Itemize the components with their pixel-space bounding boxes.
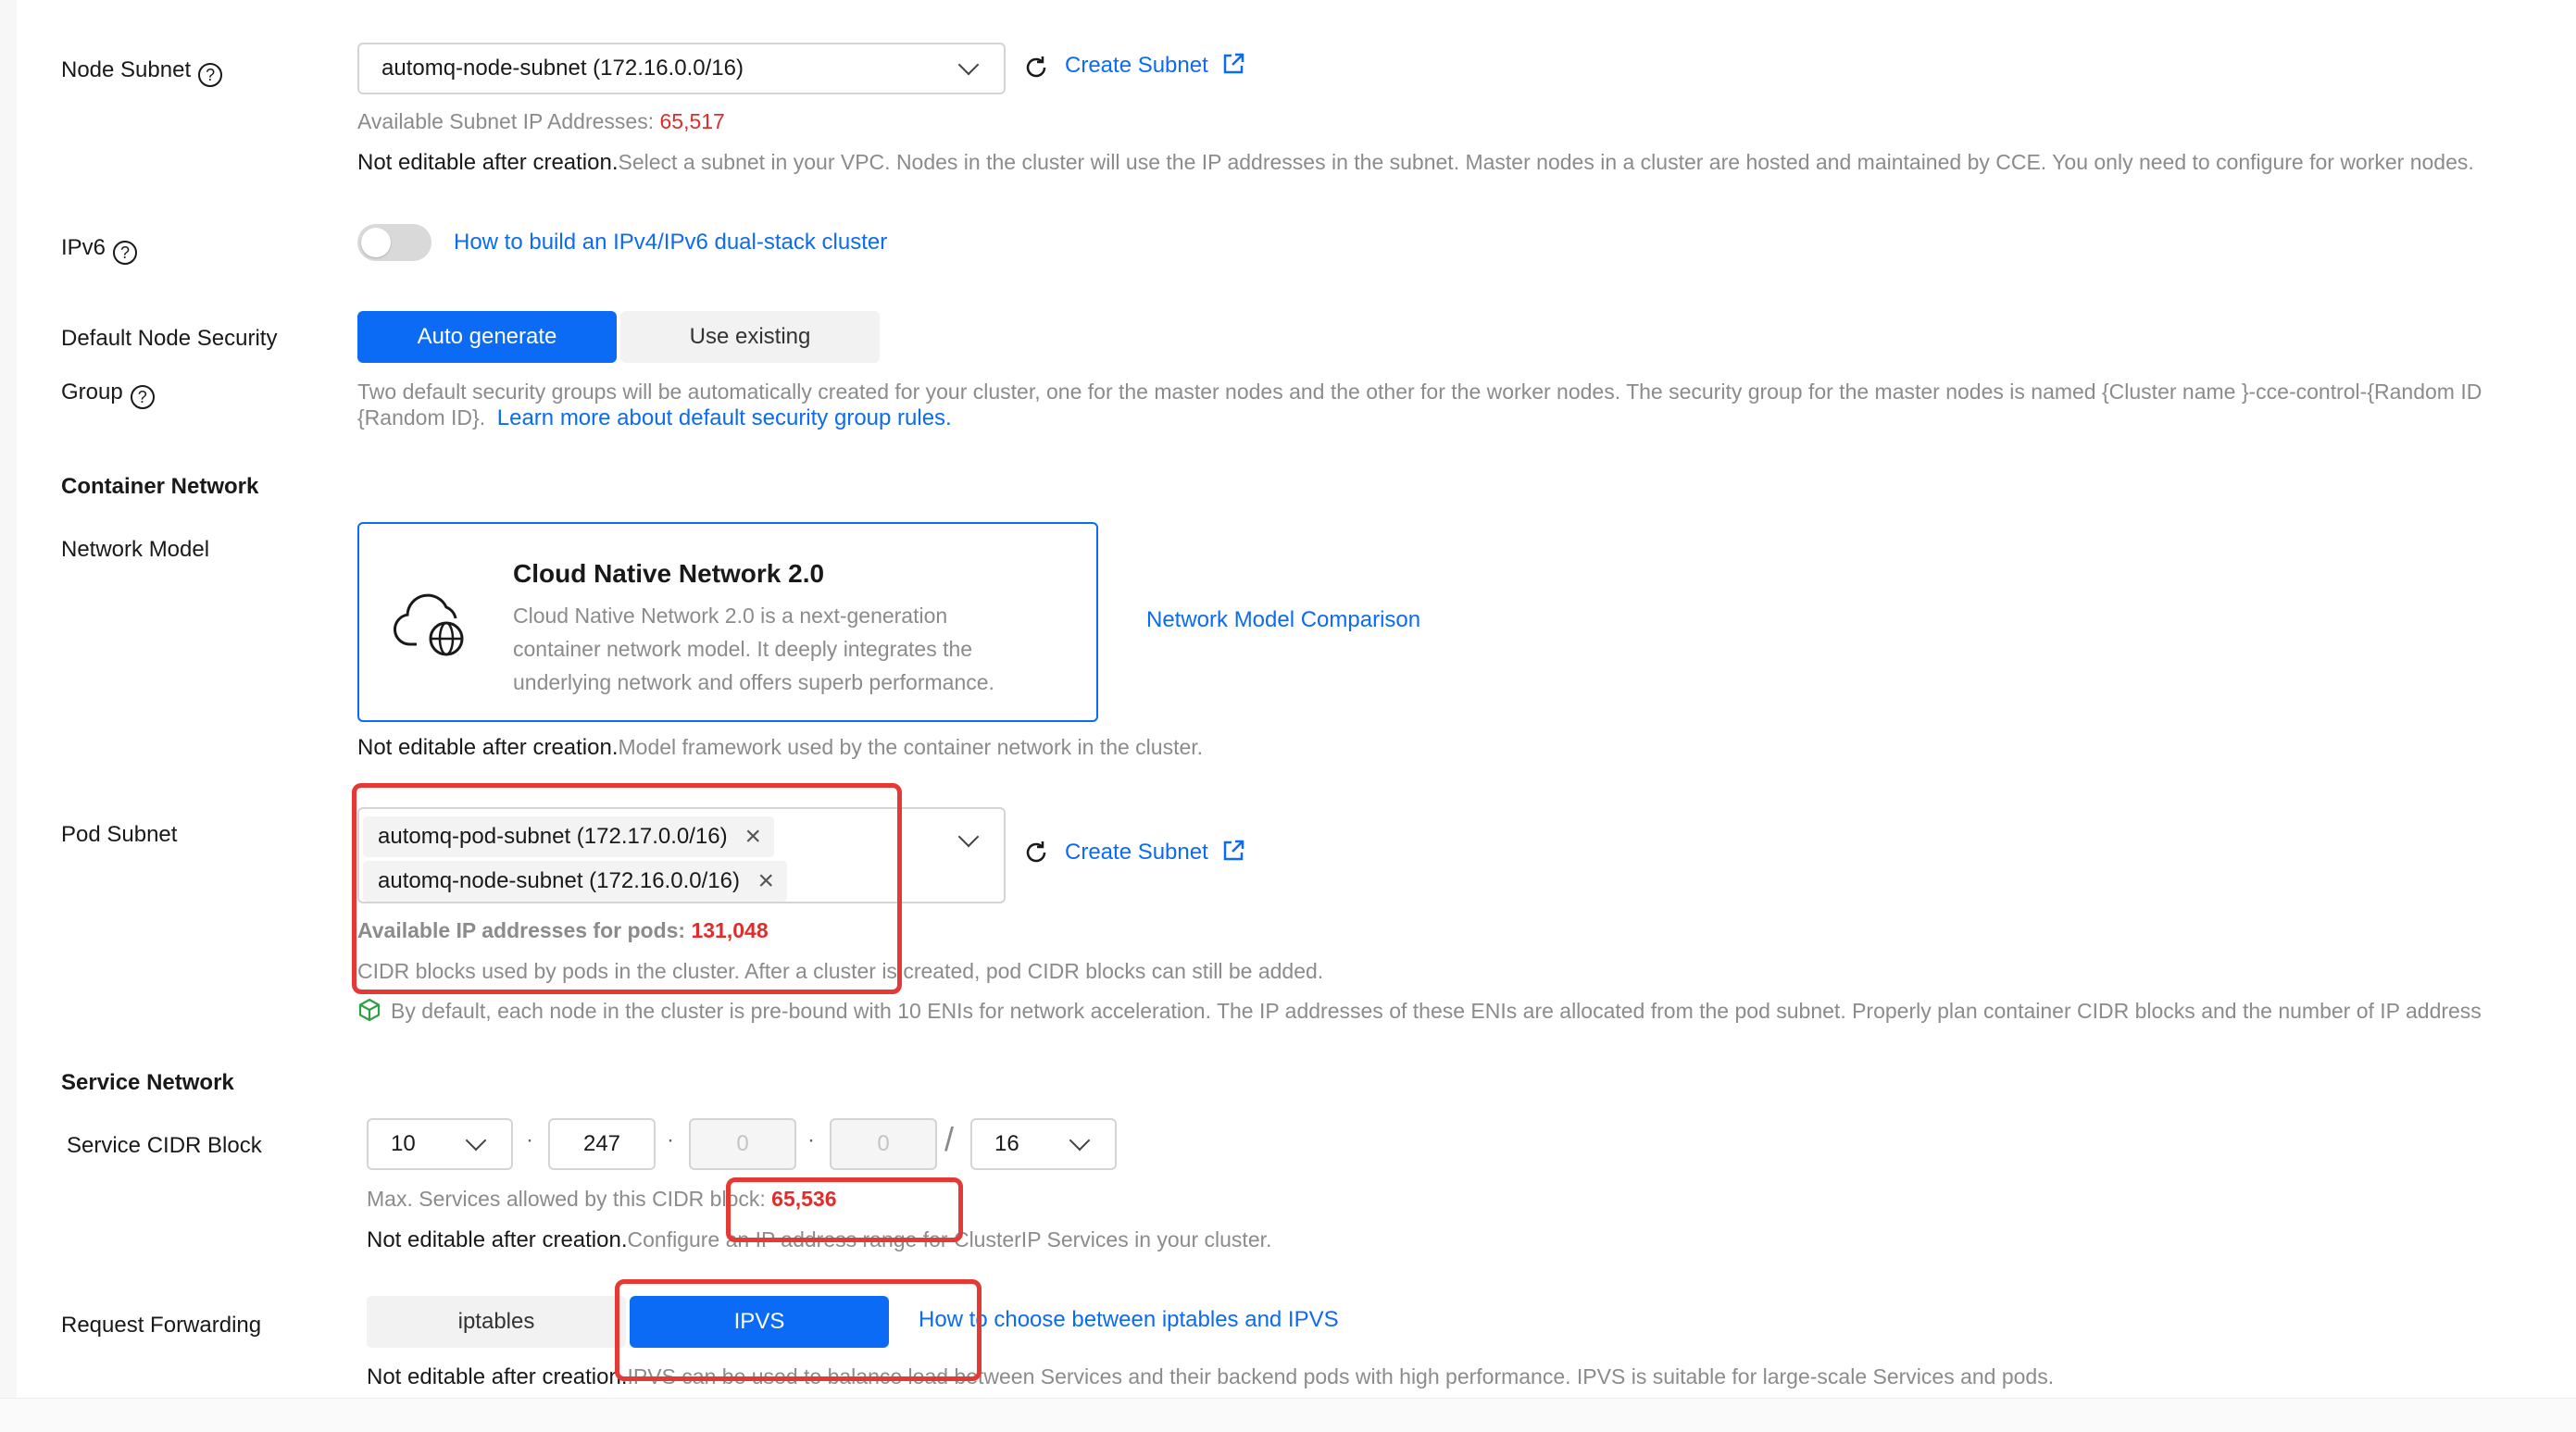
network-model-comparison-link[interactable]: Network Model Comparison — [1146, 607, 1420, 633]
network-model-label: Network Model — [61, 537, 210, 562]
security-group-label-line2: Group? — [61, 380, 155, 409]
cube-icon — [357, 998, 381, 1022]
page-bottom-edge — [0, 1398, 2576, 1432]
card-desc-2: container network model. It deeply integ… — [513, 637, 973, 661]
cidr-octet1-select[interactable]: 10 — [367, 1118, 513, 1170]
annotation-box-ipvs — [615, 1279, 982, 1381]
cidr-mask-select[interactable]: 16 — [970, 1118, 1117, 1170]
service-cidr-label: Service CIDR Block — [67, 1133, 262, 1158]
node-subnet-select[interactable]: automq-node-subnet (172.16.0.0/16) — [357, 43, 1006, 94]
refresh-icon[interactable] — [1022, 839, 1050, 866]
annotation-box-max-services — [726, 1177, 963, 1242]
chevron-down-icon — [957, 54, 980, 76]
card-desc-3: underlying network and offers superb per… — [513, 670, 994, 694]
use-existing-button[interactable]: Use existing — [620, 311, 880, 363]
pod-subnet-label: Pod Subnet — [61, 822, 178, 847]
left-gutter — [0, 0, 17, 1398]
node-subnet-note: Not editable after creation.Select a sub… — [357, 150, 2474, 175]
dot-separator: · — [526, 1127, 533, 1152]
card-desc-1: Cloud Native Network 2.0 is a next-gener… — [513, 604, 948, 628]
toggle-knob — [361, 228, 391, 257]
auto-generate-button[interactable]: Auto generate — [357, 311, 617, 363]
cidr-octet4-input: 0 — [830, 1118, 937, 1170]
help-icon[interactable]: ? — [113, 241, 138, 265]
dot-separator: · — [807, 1127, 815, 1152]
service-network-title: Service Network — [61, 1070, 234, 1095]
external-link-icon — [1221, 839, 1245, 863]
chevron-down-icon — [1069, 1129, 1091, 1152]
annotation-box-pod-subnet — [352, 783, 902, 994]
card-title: Cloud Native Network 2.0 — [513, 559, 825, 588]
iptables-button[interactable]: iptables — [367, 1296, 626, 1348]
external-link-icon — [1221, 52, 1245, 76]
slash-separator: / — [944, 1120, 955, 1158]
cloud-globe-icon — [393, 587, 476, 661]
network-model-note: Not editable after creation.Model framew… — [357, 735, 1204, 760]
learn-more-security-link[interactable]: Learn more about default security group … — [497, 405, 952, 430]
chevron-down-icon — [465, 1129, 487, 1152]
refresh-icon[interactable] — [1022, 54, 1050, 81]
node-subnet-label: Node Subnet? — [61, 57, 223, 87]
node-subnet-available: Available Subnet IP Addresses: 65,517 — [357, 109, 725, 133]
security-group-label-line1: Default Node Security — [61, 326, 278, 351]
create-pod-subnet-link[interactable]: Create Subnet — [1065, 839, 1245, 865]
cloud-native-network-card[interactable]: Cloud Native Network 2.0 Cloud Native Ne… — [357, 522, 1098, 722]
chevron-down-icon — [957, 826, 980, 848]
security-group-desc: Two default security groups will be auto… — [357, 380, 2482, 404]
iptables-ipvs-link[interactable]: How to choose between iptables and IPVS — [919, 1307, 1339, 1333]
cidr-octet2-input[interactable]: 247 — [548, 1118, 656, 1170]
ipv6-dual-stack-link[interactable]: How to build an IPv4/IPv6 dual-stack clu… — [454, 230, 887, 255]
help-icon[interactable]: ? — [198, 63, 223, 87]
container-network-title: Container Network — [61, 474, 259, 499]
eni-note: By default, each node in the cluster is … — [357, 998, 2482, 1025]
create-subnet-link[interactable]: Create Subnet — [1065, 52, 1245, 79]
cidr-octet3-input: 0 — [689, 1118, 796, 1170]
ipv6-toggle[interactable] — [357, 224, 431, 261]
node-subnet-value: automq-node-subnet (172.16.0.0/16) — [381, 56, 744, 81]
dot-separator: · — [667, 1127, 674, 1152]
help-icon[interactable]: ? — [130, 385, 155, 409]
request-forwarding-label: Request Forwarding — [61, 1313, 262, 1338]
security-group-desc-2: {Random ID}. Learn more about default se… — [357, 405, 952, 430]
ipv6-label: IPv6? — [61, 235, 138, 265]
